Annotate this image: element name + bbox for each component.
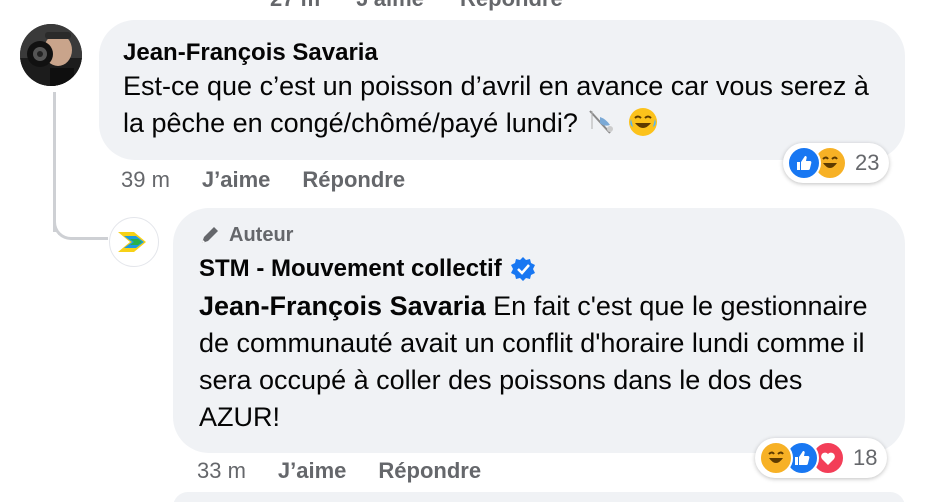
fishing-icon	[589, 110, 613, 134]
page-avatar[interactable]	[109, 217, 159, 267]
comment-time[interactable]: 39 m	[121, 167, 170, 193]
reply-button[interactable]: Répondre	[378, 458, 481, 484]
comment-actions: 39 m J’aime Répondre	[121, 167, 405, 193]
author-badge-label: Auteur	[229, 224, 294, 246]
reaction-count: 23	[855, 150, 880, 175]
reply-bubble: Auteur STM - Mouvement collectif Jean-Fr…	[173, 208, 905, 453]
reply-reactions[interactable]: 18	[755, 438, 888, 478]
previous-reply-button[interactable]: Répondre	[460, 0, 563, 11]
reaction-count: 18	[853, 445, 878, 470]
reply-time[interactable]: 33 m	[197, 458, 246, 484]
reply-button[interactable]: Répondre	[302, 167, 405, 193]
like-button[interactable]: J’aime	[278, 458, 347, 484]
reply-actions: 33 m J’aime Répondre	[197, 458, 481, 484]
user-photo-icon	[20, 24, 82, 86]
reply-author-row: STM - Mouvement collectif	[199, 254, 879, 284]
laughing-emoji-icon	[628, 108, 657, 136]
author-badge: Auteur	[199, 222, 879, 248]
comment-bubble: Jean-François Savaria Est-ce que c’est u…	[99, 20, 905, 160]
next-comment-bubble	[173, 492, 905, 502]
avatar[interactable]	[20, 24, 82, 86]
reply-author[interactable]: STM - Mouvement collectif	[199, 254, 502, 284]
thread-connector	[53, 200, 108, 240]
comment-reactions[interactable]: 23	[783, 143, 890, 183]
comment-body: Est-ce que c’est un poisson d’avril en a…	[123, 71, 869, 138]
stm-logo-icon	[118, 232, 146, 252]
haha-reaction-icon	[759, 441, 793, 475]
pen-icon	[202, 227, 218, 243]
verified-badge-icon	[510, 257, 535, 281]
mention-link[interactable]: Jean-François Savaria	[199, 291, 486, 321]
previous-comment-meta: 27 m J'aime Répondre	[270, 0, 593, 12]
previous-time: 27 m	[270, 0, 320, 11]
reply-text: Jean-François Savaria En fait c'est que …	[199, 288, 879, 436]
previous-like-button[interactable]: J'aime	[356, 0, 424, 11]
like-reaction-icon	[787, 146, 821, 180]
like-button[interactable]: J’aime	[202, 167, 271, 193]
comment-author[interactable]: Jean-François Savaria	[123, 38, 881, 68]
comment-text: Est-ce que c’est un poisson d’avril en a…	[123, 68, 881, 142]
